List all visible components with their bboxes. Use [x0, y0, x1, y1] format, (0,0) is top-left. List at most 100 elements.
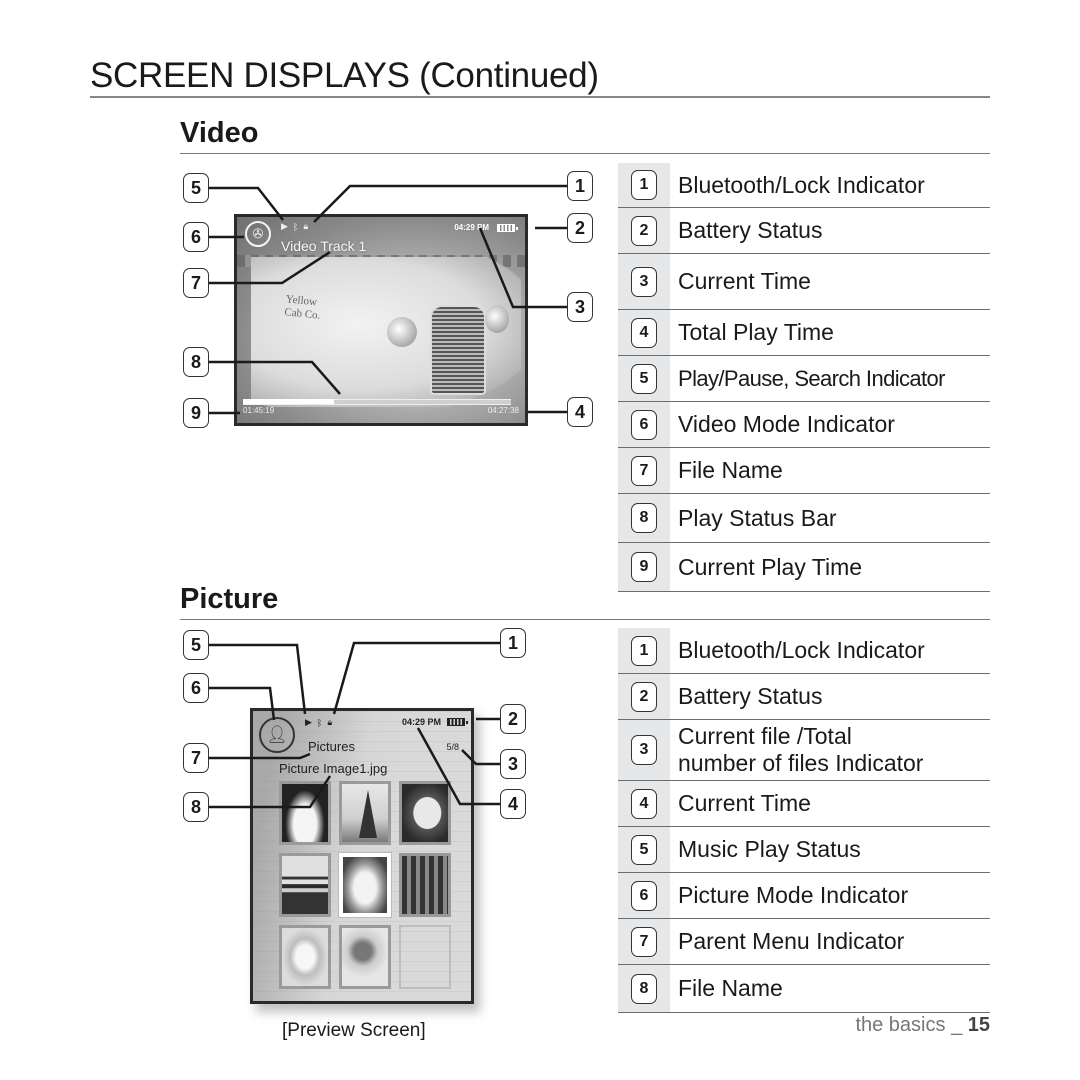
- legend-label: Bluetooth/Lock Indicator: [678, 637, 925, 663]
- parent-menu-indicator[interactable]: Pictures: [308, 739, 355, 754]
- total-play-time: 04:27:38: [487, 406, 519, 415]
- legend-label: Play/Pause, Search Indicator: [678, 366, 946, 391]
- cab-door-lettering: Yellow Cab Co.: [284, 293, 323, 323]
- picture-callout-8: 8: [183, 792, 209, 822]
- legend-number-cell: 5: [618, 827, 670, 872]
- video-callout-3: 3: [567, 292, 593, 322]
- legend-number-cell: 2: [618, 674, 670, 719]
- legend-number-cell: 8: [618, 494, 670, 542]
- thumbnail-empty-slot: [399, 925, 451, 989]
- legend-number: 1: [631, 635, 657, 666]
- play-status-bar[interactable]: [243, 399, 511, 405]
- play-status-bar-fill: [243, 399, 335, 404]
- thumbnail-pagoda[interactable]: [279, 853, 331, 917]
- legend-label: Picture Mode Indicator: [678, 882, 909, 908]
- legend-number-cell: 6: [618, 402, 670, 447]
- legend-number: 5: [631, 363, 657, 394]
- legend-number-cell: 5: [618, 356, 670, 401]
- legend-row: 4 Total Play Time: [618, 310, 990, 356]
- legend-label: Video Mode Indicator: [678, 411, 895, 437]
- legend-row: 5 Music Play Status: [618, 827, 990, 873]
- legend-label: Current file /Total number of files Indi…: [670, 723, 923, 777]
- legend-label: File Name: [678, 975, 783, 1001]
- video-legend: 1 Bluetooth/Lock Indicator 2 Battery Sta…: [618, 163, 990, 592]
- picture-callout-3: 3: [500, 749, 526, 779]
- video-callout-7: 7: [183, 268, 209, 298]
- legend-number: 5: [631, 834, 657, 865]
- legend-label: File Name: [678, 457, 783, 483]
- legend-label: Bluetooth/Lock Indicator: [678, 171, 925, 198]
- current-play-time: 01:45:19: [243, 406, 275, 415]
- legend-row: 6 Video Mode Indicator: [618, 402, 990, 448]
- play-icon: ▶: [281, 221, 288, 231]
- legend-number: 3: [631, 266, 657, 297]
- picture-file-name: Picture Image1.jpg: [279, 761, 388, 776]
- legend-row: 8 File Name: [618, 965, 990, 1013]
- video-section-divider: [180, 153, 990, 154]
- thumbnail-eiffel-tower[interactable]: [339, 781, 391, 845]
- video-callout-9: 9: [183, 398, 209, 428]
- legend-row: 1 Bluetooth/Lock Indicator: [618, 163, 990, 208]
- thumbnail-child[interactable]: [339, 925, 391, 989]
- legend-row: 2 Battery Status: [618, 208, 990, 254]
- footer-separator: _: [951, 1014, 963, 1036]
- legend-number: 9: [631, 552, 657, 582]
- legend-number-cell: 3: [618, 720, 670, 780]
- legend-label: Battery Status: [678, 683, 823, 709]
- legend-number-cell: 2: [618, 208, 670, 253]
- picture-mode-icon: 👤︎: [259, 717, 295, 753]
- legend-number: 4: [631, 317, 657, 348]
- cab-grille: [430, 305, 486, 395]
- picture-callout-4: 4: [500, 789, 526, 819]
- legend-row: 3 Current file /Total number of files In…: [618, 720, 990, 781]
- legend-row: 7 File Name: [618, 448, 990, 494]
- picture-callout-1: 1: [500, 628, 526, 658]
- thumbnail-seal[interactable]: [279, 925, 331, 989]
- title-divider: [90, 96, 990, 98]
- cab-headlamp: [485, 305, 509, 333]
- thumbnail-cat[interactable]: [279, 781, 331, 845]
- video-callout-1: 1: [567, 171, 593, 201]
- video-file-name: Video Track 1: [281, 238, 367, 254]
- battery-icon: [497, 224, 518, 232]
- legend-number-cell: 9: [618, 543, 670, 591]
- legend-number-cell: 4: [618, 310, 670, 355]
- thumbnail-storefront[interactable]: [399, 853, 451, 917]
- legend-number-cell: 6: [618, 873, 670, 918]
- legend-row: 8 Play Status Bar: [618, 494, 990, 543]
- legend-number: 6: [631, 880, 657, 911]
- legend-number: 6: [631, 409, 657, 440]
- legend-label: Current Play Time: [678, 553, 863, 580]
- page-title: SCREEN DISPLAYS (Continued): [90, 56, 599, 95]
- legend-number-cell: 7: [618, 448, 670, 493]
- legend-label: Play Status Bar: [678, 504, 837, 531]
- picture-screen-illustration: 👤︎ ▶ ᛒ 🔒︎ 04:29 PM Pictures 5/8 Picture …: [250, 708, 474, 1004]
- thumbnail-vintage-truck-selected[interactable]: [339, 853, 391, 917]
- thumbnail-dog[interactable]: [399, 781, 451, 845]
- leader-line-p1: [332, 641, 500, 715]
- video-callout-4: 4: [567, 397, 593, 427]
- legend-label: Music Play Status: [678, 836, 861, 862]
- legend-row: 1 Bluetooth/Lock Indicator: [618, 628, 990, 674]
- legend-label-line: number of files Indicator: [678, 750, 924, 776]
- status-icons: ▶ ᛒ 🔒︎: [281, 221, 308, 232]
- battery-icon: [447, 718, 468, 726]
- legend-number: 8: [631, 503, 657, 533]
- picture-section-divider: [180, 619, 990, 620]
- current-time: 04:29 PM: [454, 223, 489, 232]
- legend-number: 7: [631, 926, 657, 957]
- video-callout-8: 8: [183, 347, 209, 377]
- play-icon: ▶: [305, 717, 312, 727]
- legend-number: 8: [631, 973, 657, 1004]
- legend-row: 4 Current Time: [618, 781, 990, 827]
- footer-section-name: the basics: [855, 1014, 946, 1036]
- legend-label: Current Time: [678, 790, 811, 816]
- legend-label: Total Play Time: [678, 319, 834, 345]
- legend-number: 7: [631, 455, 657, 486]
- lock-icon: 🔒︎: [327, 717, 333, 727]
- legend-number-cell: 8: [618, 965, 670, 1012]
- legend-label: Parent Menu Indicator: [678, 928, 905, 954]
- picture-callout-2: 2: [500, 704, 526, 734]
- legend-row: 7 Parent Menu Indicator: [618, 919, 990, 965]
- legend-row: 3 Current Time: [618, 254, 990, 310]
